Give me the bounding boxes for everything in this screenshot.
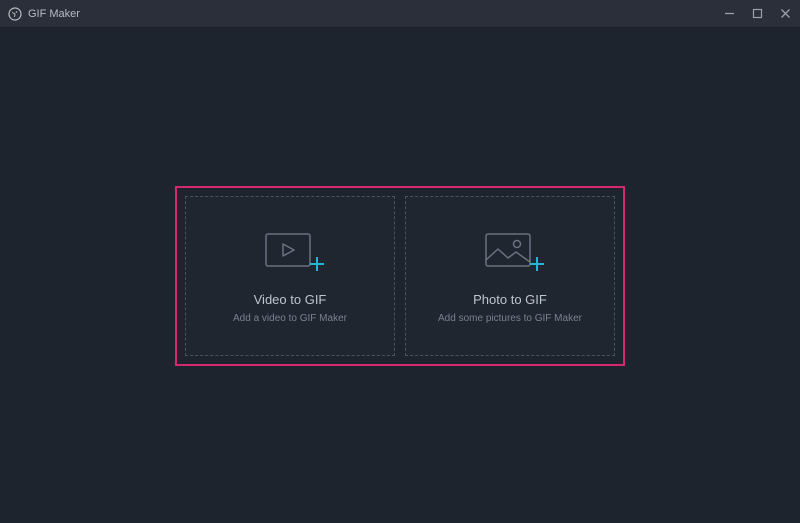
video-icon [260,228,320,276]
options-highlight-frame: Video to GIF Add a video to GIF Maker Ph… [175,186,625,366]
photo-icon [480,228,540,276]
video-to-gif-card[interactable]: Video to GIF Add a video to GIF Maker [185,196,395,356]
app-title: GIF Maker [28,8,80,20]
video-card-subtitle: Add a video to GIF Maker [233,313,347,324]
photo-to-gif-card[interactable]: Photo to GIF Add some pictures to GIF Ma… [405,196,615,356]
photo-card-subtitle: Add some pictures to GIF Maker [438,313,582,324]
video-card-title: Video to GIF [254,292,327,307]
titlebar-left: GIF Maker [8,7,80,21]
maximize-button[interactable] [750,7,764,21]
main-content: Video to GIF Add a video to GIF Maker Ph… [0,28,800,523]
window-controls [722,7,792,21]
minimize-button[interactable] [722,7,736,21]
titlebar: GIF Maker [0,0,800,28]
app-icon [8,7,22,21]
photo-card-title: Photo to GIF [473,292,547,307]
plus-icon [308,255,326,278]
close-button[interactable] [778,7,792,21]
plus-icon [528,255,546,278]
